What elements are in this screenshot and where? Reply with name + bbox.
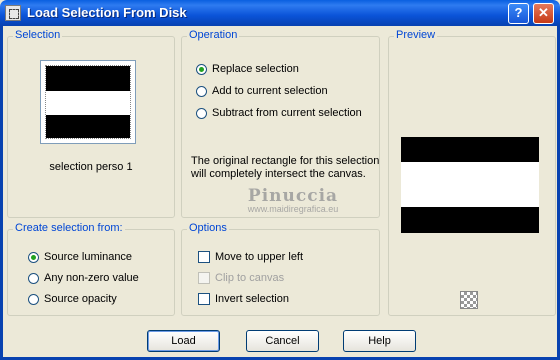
source-luminance-label: Source luminance bbox=[44, 251, 133, 263]
checkbox-box bbox=[198, 272, 210, 284]
any-non-zero-radio[interactable]: Any non-zero value bbox=[28, 270, 139, 286]
watermark-site: www.maidiregrafica.eu bbox=[247, 204, 339, 214]
help-button[interactable]: Help bbox=[343, 330, 416, 352]
move-upper-left-checkbox[interactable]: Move to upper left bbox=[198, 249, 303, 265]
operation-group-label: Operation bbox=[187, 29, 240, 41]
load-button[interactable]: Load bbox=[147, 330, 220, 352]
create-selection-from-label: Create selection from: bbox=[13, 222, 125, 234]
selection-group-label: Selection bbox=[13, 29, 63, 41]
radio-indicator[interactable] bbox=[28, 293, 39, 305]
selection-thumbnail[interactable] bbox=[40, 60, 136, 144]
preview-group-label: Preview bbox=[394, 29, 438, 41]
preview-group: Preview bbox=[388, 29, 556, 316]
create-selection-from-group: Create selection from: Source luminance … bbox=[7, 222, 175, 316]
window-title: Load Selection From Disk bbox=[27, 5, 187, 20]
source-luminance-radio[interactable]: Source luminance bbox=[28, 249, 132, 265]
source-opacity-radio[interactable]: Source opacity bbox=[28, 291, 117, 307]
options-group: Options Move to upper left Clip to canva… bbox=[181, 222, 380, 316]
operation-note: The original rectangle for this selectio… bbox=[191, 155, 379, 181]
source-opacity-label: Source opacity bbox=[44, 293, 117, 305]
clip-to-canvas-checkbox: Clip to canvas bbox=[198, 270, 284, 286]
radio-indicator[interactable] bbox=[196, 63, 207, 75]
title-bar[interactable]: Load Selection From Disk ? ✕ bbox=[0, 0, 560, 26]
selection-app-icon bbox=[5, 5, 21, 21]
transparency-toggle-icon[interactable] bbox=[460, 291, 478, 309]
selection-group: Selection selection perso 1 bbox=[7, 29, 175, 218]
invert-selection-label: Invert selection bbox=[215, 293, 289, 305]
operation-note-line-2: will completely intersect the canvas. bbox=[191, 168, 366, 180]
any-non-zero-label: Any non-zero value bbox=[44, 272, 139, 284]
radio-indicator[interactable] bbox=[196, 107, 207, 119]
subtract-from-selection-radio[interactable]: Subtract from current selection bbox=[196, 105, 362, 121]
radio-indicator[interactable] bbox=[28, 251, 39, 263]
invert-selection-checkbox[interactable]: Invert selection bbox=[198, 291, 289, 307]
close-button[interactable]: ✕ bbox=[533, 3, 554, 24]
watermark: Pinuccia www.maidiregrafica.eu bbox=[213, 186, 373, 214]
cancel-button[interactable]: Cancel bbox=[246, 330, 319, 352]
replace-selection-label: Replace selection bbox=[212, 63, 299, 75]
selection-thumbnail-image bbox=[45, 65, 131, 139]
preview-image bbox=[401, 137, 539, 233]
watermark-name: Pinuccia bbox=[247, 186, 339, 206]
replace-selection-radio[interactable]: Replace selection bbox=[196, 61, 299, 77]
checkbox-box[interactable] bbox=[198, 293, 210, 305]
add-to-selection-label: Add to current selection bbox=[212, 85, 328, 97]
clip-to-canvas-label: Clip to canvas bbox=[215, 272, 285, 284]
checkbox-box[interactable] bbox=[198, 251, 210, 263]
help-title-button[interactable]: ? bbox=[508, 3, 529, 24]
radio-indicator[interactable] bbox=[196, 85, 207, 97]
operation-note-line-1: The original rectangle for this selectio… bbox=[191, 155, 380, 167]
add-to-selection-radio[interactable]: Add to current selection bbox=[196, 83, 328, 99]
subtract-from-selection-label: Subtract from current selection bbox=[212, 107, 362, 119]
selection-filename: selection perso 1 bbox=[49, 161, 133, 173]
dialog-body: Selection selection perso 1 Operation Re… bbox=[0, 26, 560, 360]
options-group-label: Options bbox=[187, 222, 229, 234]
move-upper-left-label: Move to upper left bbox=[215, 251, 304, 263]
radio-indicator[interactable] bbox=[28, 272, 39, 284]
